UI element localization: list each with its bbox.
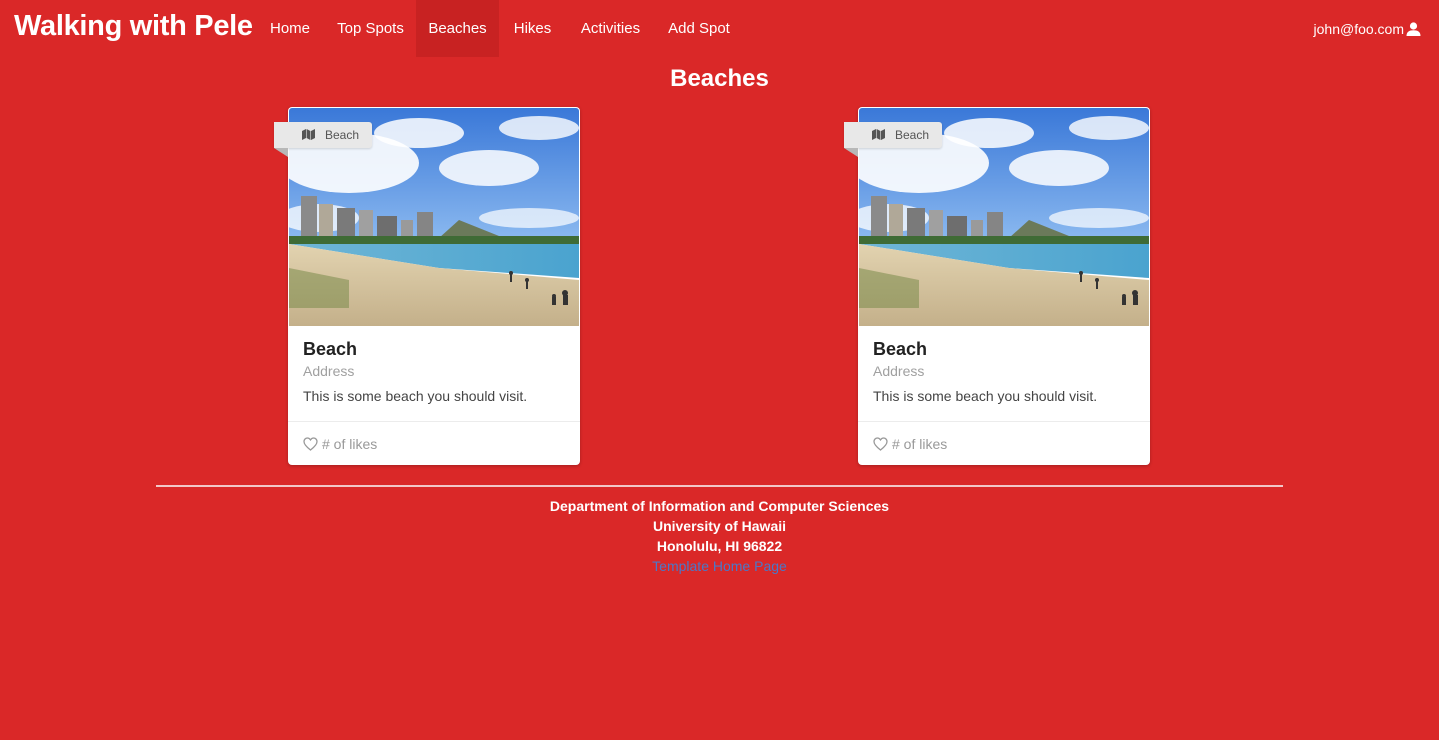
nav-top-spots[interactable]: Top Spots [326, 0, 415, 57]
footer: Department of Information and Computer S… [0, 496, 1439, 576]
card-description: This is some beach you should visit. [873, 388, 1098, 404]
heart-outline-icon[interactable] [303, 436, 318, 451]
footer-university: University of Hawaii [652, 518, 787, 534]
user-menu[interactable]: john@foo.com [1314, 0, 1421, 57]
heart-outline-icon[interactable] [873, 436, 888, 451]
likes-footer[interactable]: # of likes [288, 421, 580, 465]
category-ribbon: Beach [274, 122, 372, 157]
card-address: Address [303, 363, 355, 379]
footer-divider [156, 485, 1283, 487]
top-navbar: Walking with Pele Home Top Spots Beaches… [0, 0, 1439, 57]
footer-department: Department of Information and Computer S… [549, 498, 890, 514]
card-title: Beach [873, 339, 928, 359]
brand-logo[interactable]: Walking with Pele [14, 10, 253, 43]
likes-count: # of likes [892, 435, 948, 452]
card-content: Beach Address This is some beach you sho… [858, 326, 1150, 422]
likes-count: # of likes [322, 435, 378, 452]
card-title: Beach [303, 339, 358, 359]
page-title: Beaches [670, 65, 769, 92]
footer-address: Honolulu, HI 96822 [656, 538, 783, 554]
map-icon [302, 129, 315, 140]
nav-beaches[interactable]: Beaches [416, 0, 499, 57]
nav-home[interactable]: Home [256, 0, 324, 57]
user-icon [1406, 21, 1421, 36]
nav-activities[interactable]: Activities [566, 0, 655, 57]
nav-add-spot[interactable]: Add Spot [656, 0, 742, 57]
user-email: john@foo.com [1313, 20, 1404, 37]
template-home-link[interactable]: Template Home Page [0, 556, 1439, 576]
ribbon-label: Beach [325, 128, 360, 142]
ribbon-label: Beach [895, 128, 930, 142]
nav-hikes[interactable]: Hikes [500, 0, 565, 57]
map-icon [872, 129, 885, 140]
category-ribbon: Beach [844, 122, 942, 157]
likes-footer[interactable]: # of likes [858, 421, 1150, 465]
card-description: This is some beach you should visit. [303, 388, 528, 404]
beach-card[interactable]: Beach Beach Address This is some beach y… [274, 107, 580, 465]
card-content: Beach Address This is some beach you sho… [288, 326, 580, 422]
card-address: Address [873, 363, 925, 379]
beach-card[interactable]: Beach Beach Address This is some beach y… [844, 107, 1150, 465]
